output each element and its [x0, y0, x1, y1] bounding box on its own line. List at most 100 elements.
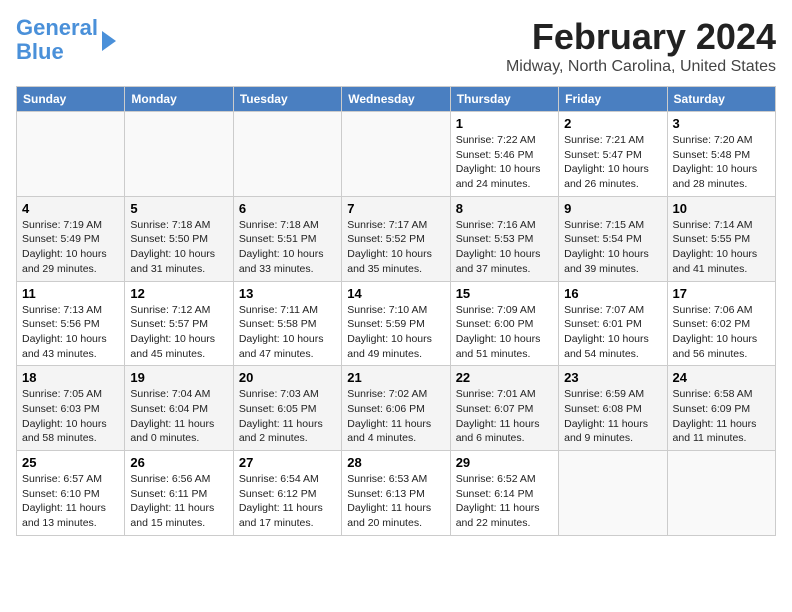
day-info: Sunrise: 7:15 AM Sunset: 5:54 PM Dayligh… — [564, 218, 661, 277]
day-number: 13 — [239, 286, 336, 301]
title-block: February 2024 Midway, North Carolina, Un… — [506, 16, 776, 76]
logo-arrow-icon — [102, 31, 116, 51]
calendar-day: 10 Sunrise: 7:14 AM Sunset: 5:55 PM Dayli… — [667, 196, 775, 281]
day-info: Sunrise: 7:19 AM Sunset: 5:49 PM Dayligh… — [22, 218, 119, 277]
calendar-day: 16 Sunrise: 7:07 AM Sunset: 6:01 PM Dayli… — [559, 281, 667, 366]
day-number: 16 — [564, 286, 661, 301]
calendar-header: SundayMondayTuesdayWednesdayThursdayFrid… — [17, 87, 776, 112]
calendar-table: SundayMondayTuesdayWednesdayThursdayFrid… — [16, 86, 776, 536]
day-info: Sunrise: 6:53 AM Sunset: 6:13 PM Dayligh… — [347, 472, 444, 531]
day-number: 8 — [456, 201, 553, 216]
day-number: 20 — [239, 370, 336, 385]
calendar-day: 25 Sunrise: 6:57 AM Sunset: 6:10 PM Dayli… — [17, 451, 125, 536]
calendar-day — [559, 451, 667, 536]
day-info: Sunrise: 7:16 AM Sunset: 5:53 PM Dayligh… — [456, 218, 553, 277]
day-number: 24 — [673, 370, 770, 385]
calendar-day: 24 Sunrise: 6:58 AM Sunset: 6:09 PM Dayli… — [667, 366, 775, 451]
day-number: 29 — [456, 455, 553, 470]
day-info: Sunrise: 6:58 AM Sunset: 6:09 PM Dayligh… — [673, 387, 770, 446]
logo-line1: General — [16, 15, 98, 40]
day-info: Sunrise: 7:02 AM Sunset: 6:06 PM Dayligh… — [347, 387, 444, 446]
calendar-day — [667, 451, 775, 536]
col-header-tuesday: Tuesday — [233, 87, 341, 112]
calendar-day: 29 Sunrise: 6:52 AM Sunset: 6:14 PM Dayli… — [450, 451, 558, 536]
calendar-day: 26 Sunrise: 6:56 AM Sunset: 6:11 PM Dayli… — [125, 451, 233, 536]
calendar-day: 11Sunrise: 7:13 AM Sunset: 5:56 PM Dayli… — [17, 281, 125, 366]
col-header-monday: Monday — [125, 87, 233, 112]
day-info: Sunrise: 7:05 AM Sunset: 6:03 PM Dayligh… — [22, 387, 119, 446]
day-number: 17 — [673, 286, 770, 301]
calendar-day — [17, 112, 125, 197]
calendar-week-4: 18 Sunrise: 7:05 AM Sunset: 6:03 PM Dayli… — [17, 366, 776, 451]
col-header-wednesday: Wednesday — [342, 87, 450, 112]
calendar-day: 6 Sunrise: 7:18 AM Sunset: 5:51 PM Daylig… — [233, 196, 341, 281]
day-number: 9 — [564, 201, 661, 216]
day-info: Sunrise: 7:18 AM Sunset: 5:50 PM Dayligh… — [130, 218, 227, 277]
calendar-day: 19 Sunrise: 7:04 AM Sunset: 6:04 PM Dayli… — [125, 366, 233, 451]
calendar-day — [342, 112, 450, 197]
calendar-week-1: 1 Sunrise: 7:22 AM Sunset: 5:46 PM Daylig… — [17, 112, 776, 197]
day-number: 25 — [22, 455, 119, 470]
calendar-day: 13 Sunrise: 7:11 AM Sunset: 5:58 PM Dayli… — [233, 281, 341, 366]
calendar-week-5: 25 Sunrise: 6:57 AM Sunset: 6:10 PM Dayli… — [17, 451, 776, 536]
calendar-day: 12 Sunrise: 7:12 AM Sunset: 5:57 PM Dayli… — [125, 281, 233, 366]
day-number: 10 — [673, 201, 770, 216]
day-info: Sunrise: 7:18 AM Sunset: 5:51 PM Dayligh… — [239, 218, 336, 277]
day-info: Sunrise: 6:52 AM Sunset: 6:14 PM Dayligh… — [456, 472, 553, 531]
calendar-day: 23Sunrise: 6:59 AM Sunset: 6:08 PM Dayli… — [559, 366, 667, 451]
col-header-friday: Friday — [559, 87, 667, 112]
day-info: Sunrise: 7:11 AM Sunset: 5:58 PM Dayligh… — [239, 303, 336, 362]
day-info: Sunrise: 7:13 AM Sunset: 5:56 PM Dayligh… — [22, 303, 119, 362]
day-info: Sunrise: 7:07 AM Sunset: 6:01 PM Dayligh… — [564, 303, 661, 362]
day-info: Sunrise: 7:20 AM Sunset: 5:48 PM Dayligh… — [673, 133, 770, 192]
day-number: 7 — [347, 201, 444, 216]
calendar-day: 15Sunrise: 7:09 AM Sunset: 6:00 PM Dayli… — [450, 281, 558, 366]
day-number: 26 — [130, 455, 227, 470]
calendar-day: 21Sunrise: 7:02 AM Sunset: 6:06 PM Dayli… — [342, 366, 450, 451]
calendar-day: 27 Sunrise: 6:54 AM Sunset: 6:12 PM Dayli… — [233, 451, 341, 536]
logo-line2: Blue — [16, 39, 64, 64]
calendar-day: 4Sunrise: 7:19 AM Sunset: 5:49 PM Daylig… — [17, 196, 125, 281]
calendar-day — [125, 112, 233, 197]
calendar-day: 14Sunrise: 7:10 AM Sunset: 5:59 PM Dayli… — [342, 281, 450, 366]
day-info: Sunrise: 7:06 AM Sunset: 6:02 PM Dayligh… — [673, 303, 770, 362]
calendar-day: 5 Sunrise: 7:18 AM Sunset: 5:50 PM Daylig… — [125, 196, 233, 281]
day-number: 14 — [347, 286, 444, 301]
day-number: 19 — [130, 370, 227, 385]
calendar-day: 28Sunrise: 6:53 AM Sunset: 6:13 PM Dayli… — [342, 451, 450, 536]
calendar-day: 1 Sunrise: 7:22 AM Sunset: 5:46 PM Daylig… — [450, 112, 558, 197]
calendar-title: February 2024 — [506, 16, 776, 58]
day-info: Sunrise: 7:21 AM Sunset: 5:47 PM Dayligh… — [564, 133, 661, 192]
day-number: 23 — [564, 370, 661, 385]
calendar-day: 17 Sunrise: 7:06 AM Sunset: 6:02 PM Dayli… — [667, 281, 775, 366]
col-header-saturday: Saturday — [667, 87, 775, 112]
calendar-subtitle: Midway, North Carolina, United States — [506, 58, 776, 76]
day-number: 1 — [456, 116, 553, 131]
logo-text: General Blue — [16, 16, 98, 64]
day-info: Sunrise: 7:04 AM Sunset: 6:04 PM Dayligh… — [130, 387, 227, 446]
calendar-day: 22 Sunrise: 7:01 AM Sunset: 6:07 PM Dayli… — [450, 366, 558, 451]
day-number: 2 — [564, 116, 661, 131]
day-info: Sunrise: 7:01 AM Sunset: 6:07 PM Dayligh… — [456, 387, 553, 446]
day-number: 27 — [239, 455, 336, 470]
calendar-week-3: 11Sunrise: 7:13 AM Sunset: 5:56 PM Dayli… — [17, 281, 776, 366]
calendar-day: 7Sunrise: 7:17 AM Sunset: 5:52 PM Daylig… — [342, 196, 450, 281]
day-info: Sunrise: 6:57 AM Sunset: 6:10 PM Dayligh… — [22, 472, 119, 531]
day-number: 22 — [456, 370, 553, 385]
day-number: 15 — [456, 286, 553, 301]
day-info: Sunrise: 7:14 AM Sunset: 5:55 PM Dayligh… — [673, 218, 770, 277]
day-info: Sunrise: 7:22 AM Sunset: 5:46 PM Dayligh… — [456, 133, 553, 192]
calendar-day: 20 Sunrise: 7:03 AM Sunset: 6:05 PM Dayli… — [233, 366, 341, 451]
day-number: 12 — [130, 286, 227, 301]
day-info: Sunrise: 7:03 AM Sunset: 6:05 PM Dayligh… — [239, 387, 336, 446]
day-number: 6 — [239, 201, 336, 216]
calendar-day: 18 Sunrise: 7:05 AM Sunset: 6:03 PM Dayli… — [17, 366, 125, 451]
col-header-thursday: Thursday — [450, 87, 558, 112]
day-number: 18 — [22, 370, 119, 385]
day-info: Sunrise: 6:54 AM Sunset: 6:12 PM Dayligh… — [239, 472, 336, 531]
day-info: Sunrise: 7:12 AM Sunset: 5:57 PM Dayligh… — [130, 303, 227, 362]
day-info: Sunrise: 6:56 AM Sunset: 6:11 PM Dayligh… — [130, 472, 227, 531]
day-number: 5 — [130, 201, 227, 216]
calendar-day: 3Sunrise: 7:20 AM Sunset: 5:48 PM Daylig… — [667, 112, 775, 197]
calendar-day — [233, 112, 341, 197]
